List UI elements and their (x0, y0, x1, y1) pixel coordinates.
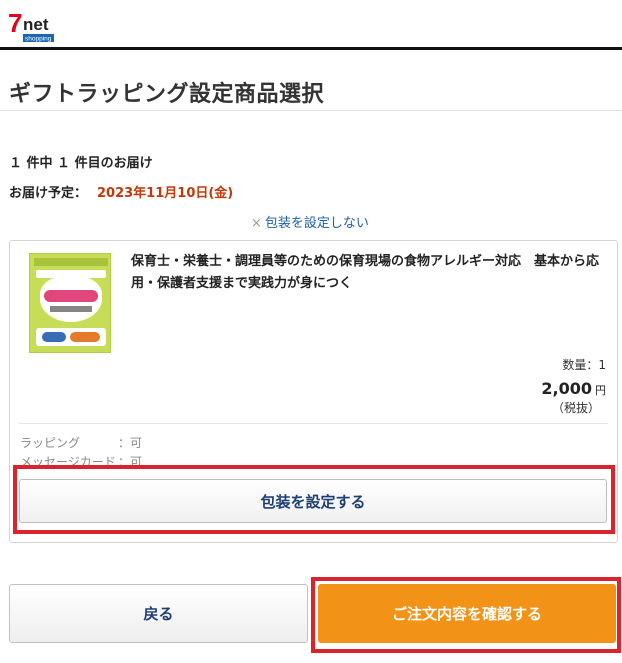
option-value: ：可 (118, 436, 143, 450)
delivery-date: 2023年11月10日(金) (97, 186, 234, 201)
close-icon: × (251, 216, 262, 231)
book-cover-subtitle (50, 306, 92, 312)
page-title: ギフトラッピング設定商品選択 (9, 82, 325, 107)
title-divider (0, 110, 622, 111)
quantity: 数量：1 (562, 358, 606, 372)
book-cover-top-band (34, 258, 108, 266)
svg-text:7: 7 (8, 8, 22, 38)
delivery-count: １ 件中 １ 件目のお届け (9, 156, 153, 171)
7net-logo[interactable]: 7 net shopping (8, 8, 56, 44)
product-title[interactable]: 保育士・栄養士・調理員等のための保育現場の食物アレルギー対応 基本から応用・保護… (131, 251, 609, 295)
card-divider (19, 423, 608, 424)
option-label: ラッピング (20, 436, 81, 450)
confirm-order-button[interactable]: ご注文内容を確認する (318, 584, 616, 643)
site-header: 7 net shopping (0, 0, 622, 50)
book-cover-pill (44, 290, 98, 302)
set-wrapping-button[interactable]: 包装を設定する (19, 479, 607, 523)
price: 2,000 円 (541, 379, 606, 398)
tax-note: （税抜） (551, 401, 600, 415)
price-unit: 円 (595, 384, 606, 397)
no-wrap-link-label: 包装を設定しない (264, 216, 369, 231)
option-wrapping: ラッピング ：可 (20, 434, 142, 451)
no-wrap-link[interactable]: × 包装を設定しない (251, 212, 369, 231)
svg-text:shopping: shopping (25, 36, 52, 43)
back-button[interactable]: 戻る (9, 584, 308, 643)
book-cover-bubble-orange (70, 332, 100, 342)
book-cover-image[interactable] (29, 253, 111, 353)
book-cover-bubble-blue (42, 332, 66, 342)
product-card: 保育士・栄養士・調理員等のための保育現場の食物アレルギー対応 基本から応用・保護… (9, 240, 618, 543)
delivery-label: お届け予定： (9, 186, 88, 201)
price-value: 2,000 (541, 379, 592, 398)
svg-text:net: net (23, 15, 49, 34)
